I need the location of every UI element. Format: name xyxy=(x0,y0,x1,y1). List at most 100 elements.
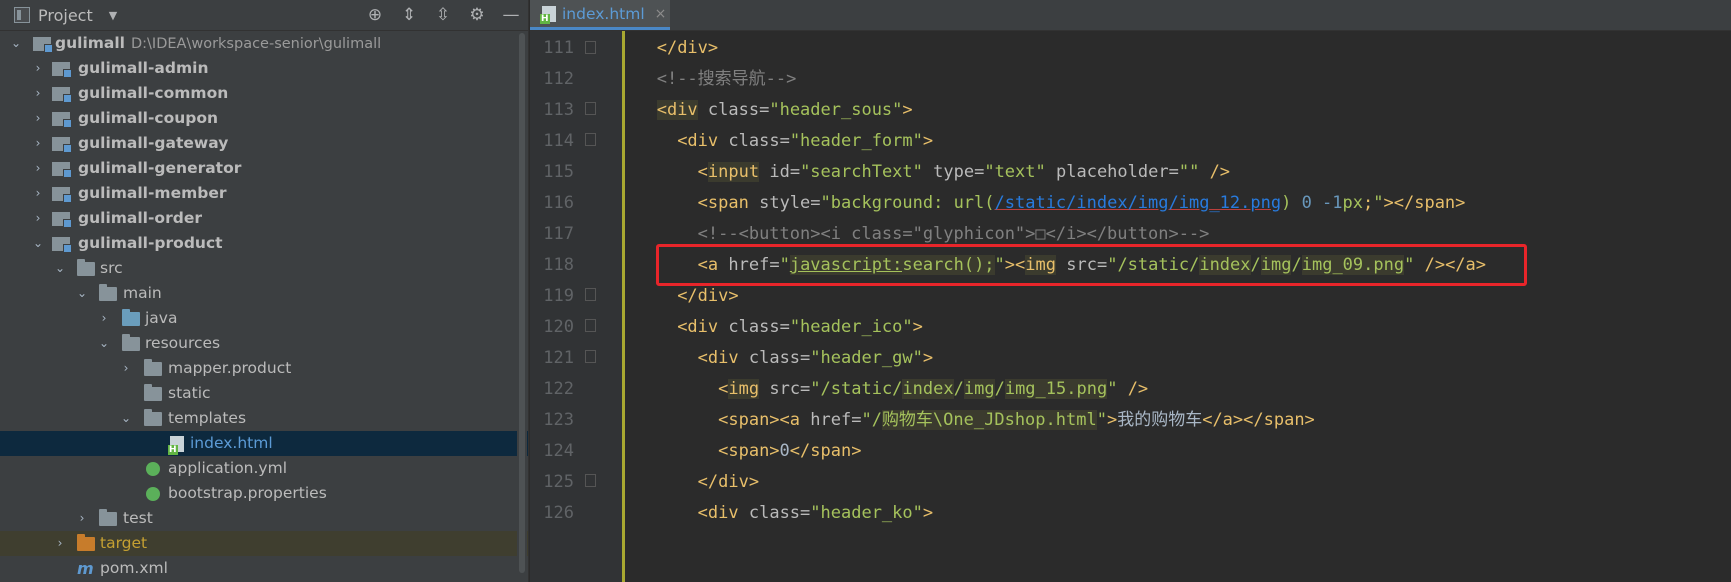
tree-item-main[interactable]: ⌄ main xyxy=(0,281,528,306)
chevron-right-icon[interactable]: › xyxy=(32,181,44,206)
tree-item-bootstrap-properties[interactable]: bootstrap.properties xyxy=(0,481,528,506)
tree-item-label: gulimall-product xyxy=(78,234,223,252)
tree-item-label: templates xyxy=(168,409,247,427)
tree-item-gulimall-coupon[interactable]: › gulimall-coupon xyxy=(0,106,528,131)
code-area[interactable]: </div> <!--搜索导航--> <div class="header_so… xyxy=(626,33,1730,582)
code-line: <img src="/static/index/img/img_15.png" … xyxy=(718,379,1149,399)
tree-item-src[interactable]: ⌄ src xyxy=(0,256,528,281)
chevron-right-icon[interactable]: › xyxy=(120,356,132,381)
chevron-down-icon[interactable]: ▼ xyxy=(109,9,117,22)
line-number: 123 xyxy=(543,410,574,430)
project-panel: Project ▼ ⊕ ⇕ ⇳ ⚙ — ⌄ gulimall D:\IDEA\wo… xyxy=(0,0,528,582)
line-number: 118 xyxy=(543,255,574,275)
tree-item-target[interactable]: › target xyxy=(0,531,528,556)
chevron-down-icon[interactable]: ⌄ xyxy=(32,231,44,256)
chevron-right-icon[interactable]: › xyxy=(32,56,44,81)
folder-icon xyxy=(122,334,140,351)
chevron-right-icon[interactable]: › xyxy=(76,506,88,531)
project-toolbar: ⊕ ⇕ ⇳ ⚙ — xyxy=(358,0,528,30)
line-number: 111 xyxy=(543,38,574,58)
module-icon xyxy=(52,62,72,78)
fold-marker-icon[interactable] xyxy=(585,133,596,146)
folder-icon xyxy=(122,309,140,326)
tree-item-application-yml[interactable]: application.yml xyxy=(0,456,528,481)
line-number: 120 xyxy=(543,317,574,337)
tree-item-label: java xyxy=(145,309,178,327)
tree-item-label: gulimall-order xyxy=(78,209,202,227)
chevron-right-icon[interactable]: › xyxy=(32,156,44,181)
tree-item-gulimall-product[interactable]: ⌄ gulimall-product xyxy=(0,231,528,256)
tree-item-label: src xyxy=(100,259,123,277)
tree-item-gulimall-common[interactable]: › gulimall-common xyxy=(0,81,528,106)
tree-item-label: mapper.product xyxy=(168,359,292,377)
editor-tab-bar: index.html × xyxy=(530,0,1731,31)
code-line: <span style="background: url(/static/ind… xyxy=(697,193,1466,213)
tab-index-html[interactable]: index.html × xyxy=(530,0,670,30)
expand-all-icon[interactable]: ⇕ xyxy=(392,5,426,25)
chevron-right-icon[interactable]: › xyxy=(54,531,66,556)
line-number: 119 xyxy=(543,286,574,306)
chevron-right-icon[interactable]: › xyxy=(32,81,44,106)
project-panel-title[interactable]: Project xyxy=(38,6,93,25)
chevron-right-icon[interactable]: › xyxy=(98,306,110,331)
editor: index.html × 111 112 113 114 115 116 117… xyxy=(530,0,1731,582)
module-icon xyxy=(52,212,72,228)
html-file-icon xyxy=(168,436,184,455)
module-icon xyxy=(52,162,72,178)
minimize-icon[interactable]: — xyxy=(494,5,528,25)
tree-item-gulimall[interactable]: ⌄ gulimall D:\IDEA\workspace-senior\gulim… xyxy=(0,31,528,56)
tree-item-static[interactable]: static xyxy=(0,381,528,406)
maven-icon: m xyxy=(77,559,94,578)
folder-icon xyxy=(77,534,95,551)
tree-item-gulimall-generator[interactable]: › gulimall-generator xyxy=(0,156,528,181)
tree-item-label: index.html xyxy=(190,434,273,452)
tree-item-java[interactable]: › java xyxy=(0,306,528,331)
chevron-right-icon[interactable]: › xyxy=(32,131,44,156)
code-line: </div> xyxy=(656,38,719,58)
chevron-down-icon[interactable]: ⌄ xyxy=(98,331,110,356)
fold-marker-icon[interactable] xyxy=(585,102,596,115)
chevron-right-icon[interactable]: › xyxy=(32,106,44,131)
fold-marker-icon[interactable] xyxy=(585,41,596,54)
line-number: 122 xyxy=(543,379,574,399)
tree-item-gulimall-order[interactable]: › gulimall-order xyxy=(0,206,528,231)
chevron-down-icon[interactable]: ⌄ xyxy=(54,256,66,281)
fold-marker-icon[interactable] xyxy=(585,288,596,301)
tree-item-test[interactable]: › test xyxy=(0,506,528,531)
tree-item-gulimall-member[interactable]: › gulimall-member xyxy=(0,181,528,206)
tree-item-mapper-product[interactable]: › mapper.product xyxy=(0,356,528,381)
indent-guide xyxy=(622,31,625,582)
chevron-right-icon[interactable]: › xyxy=(32,206,44,231)
tree-item-resources[interactable]: ⌄ resources xyxy=(0,331,528,356)
project-scrollbar[interactable] xyxy=(517,31,527,582)
code-line: <div class="header_ico"> xyxy=(677,317,923,337)
tree-item-label: gulimall xyxy=(55,34,125,52)
tree-item-gulimall-gateway[interactable]: › gulimall-gateway xyxy=(0,131,528,156)
code-line: <span><a href="/购物车\One_JDshop.html">我的购… xyxy=(718,410,1315,430)
tree-item-label: main xyxy=(123,284,162,302)
line-gutter: 111 112 113 114 115 116 117 118 119 120 … xyxy=(530,31,622,582)
fold-marker-icon[interactable] xyxy=(585,319,596,332)
chevron-down-icon[interactable]: ⌄ xyxy=(120,406,132,431)
project-panel-header: Project ▼ ⊕ ⇕ ⇳ ⚙ — xyxy=(0,0,528,31)
module-icon xyxy=(52,187,72,203)
tree-item-gulimall-admin[interactable]: › gulimall-admin xyxy=(0,56,528,81)
folder-icon xyxy=(99,284,117,301)
fold-marker-icon[interactable] xyxy=(585,350,596,363)
tree-item-index-html[interactable]: index.html xyxy=(0,431,528,456)
fold-marker-icon[interactable] xyxy=(585,474,596,487)
collapse-all-icon[interactable]: ⇳ xyxy=(426,5,460,25)
chevron-down-icon[interactable]: ⌄ xyxy=(10,31,22,56)
tree-item-label: static xyxy=(168,384,211,402)
tree-item-templates[interactable]: ⌄ templates xyxy=(0,406,528,431)
tree-item-label: gulimall-gateway xyxy=(78,134,229,152)
gear-icon[interactable]: ⚙ xyxy=(460,5,494,25)
close-icon[interactable]: × xyxy=(655,6,667,22)
folder-icon xyxy=(144,409,162,426)
chevron-down-icon[interactable]: ⌄ xyxy=(76,281,88,306)
folder-icon xyxy=(99,509,117,526)
spring-config-icon xyxy=(146,462,160,476)
tree-item-pom-xml[interactable]: m pom.xml xyxy=(0,556,528,581)
locate-icon[interactable]: ⊕ xyxy=(358,5,392,25)
html-file-icon xyxy=(540,5,556,24)
